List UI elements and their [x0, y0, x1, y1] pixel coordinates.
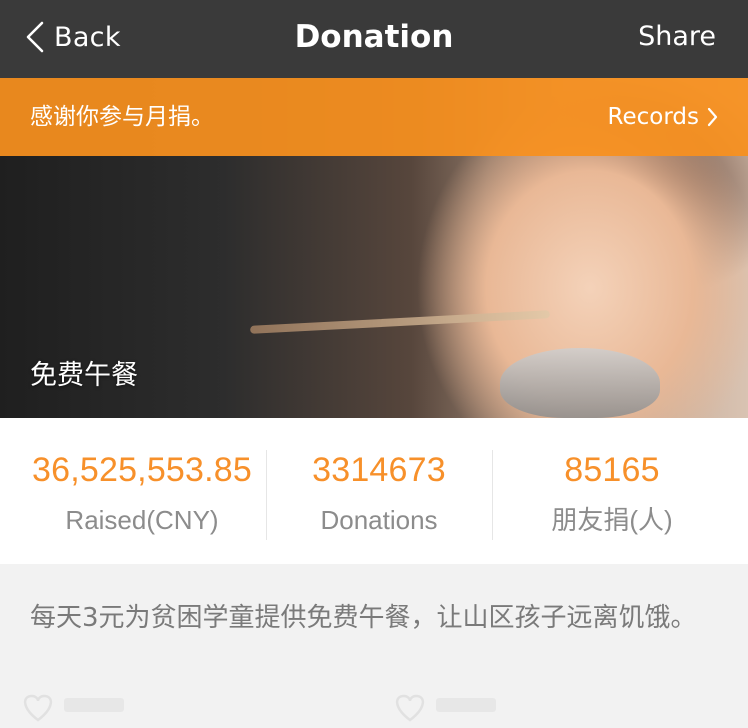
heart-logo-icon: [24, 694, 124, 722]
back-button[interactable]: Back: [26, 17, 121, 57]
stats-panel: 36,525,553.85 Raised(CNY) 3314673 Donati…: [0, 418, 748, 564]
banner-text: 感谢你参与月捐。: [30, 104, 214, 130]
stat-label: 朋友捐(人): [551, 505, 673, 535]
nav-bar: Back Donation Share: [0, 0, 748, 78]
stat-friends: 85165 朋友捐(人): [492, 448, 732, 544]
chevron-left-icon: [26, 21, 44, 53]
stat-value: 36,525,553.85: [31, 451, 253, 489]
stat-label: Raised(CNY): [65, 505, 219, 535]
stat-label: Donations: [320, 505, 438, 535]
back-label: Back: [54, 21, 121, 53]
records-label: Records: [607, 104, 699, 130]
project-title: 免费午餐: [30, 360, 138, 391]
hero-decoration: [249, 310, 551, 334]
share-button[interactable]: Share: [638, 17, 716, 57]
hero-image: 感谢你参与月捐。 Records 免费午餐: [0, 78, 748, 418]
monthly-donation-banner: 感谢你参与月捐。 Records: [0, 78, 748, 156]
heart-logo-icon: [396, 694, 496, 722]
stat-value: 85165: [564, 451, 660, 489]
stat-donations: 3314673 Donations: [266, 448, 492, 544]
stat-value: 3314673: [312, 451, 446, 489]
stat-raised: 36,525,553.85 Raised(CNY): [18, 448, 266, 544]
records-link[interactable]: Records: [608, 97, 718, 137]
hero-decoration: [500, 348, 660, 418]
chevron-right-icon: [707, 107, 718, 127]
project-description: 每天3元为贫困学童提供免费午餐，让山区孩子远离饥饿。: [30, 603, 697, 633]
